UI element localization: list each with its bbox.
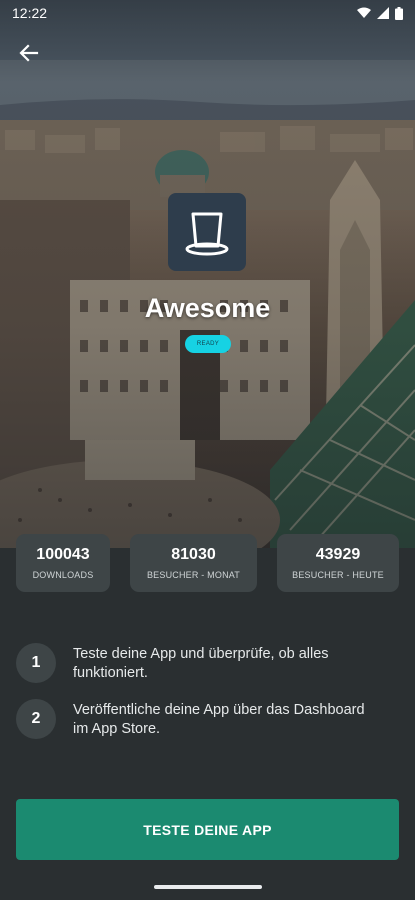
battery-icon <box>395 6 403 20</box>
hero-background-image <box>0 0 415 548</box>
step-number: 1 <box>16 643 56 683</box>
status-time: 12:22 <box>12 5 48 21</box>
stat-label: BESUCHER - HEUTE <box>292 570 384 580</box>
step-text: Veröffentliche deine App über das Dashbo… <box>73 702 365 737</box>
top-hat-icon <box>185 212 229 256</box>
status-badge: READY <box>185 335 231 353</box>
status-icons <box>357 6 403 20</box>
app-icon <box>168 193 246 271</box>
back-button[interactable] <box>14 38 44 68</box>
stat-label: DOWNLOADS <box>32 570 94 580</box>
stat-card-downloads: 100043 DOWNLOADS <box>16 534 110 592</box>
stat-label: BESUCHER - MONAT <box>146 570 241 580</box>
list-item: 1 Teste deine App und überprüfe, ob alle… <box>16 643 399 683</box>
arrow-left-icon <box>19 44 39 62</box>
stats-row: 100043 DOWNLOADS 81030 BESUCHER - MONAT … <box>16 534 399 592</box>
stat-card-visitors-today: 43929 BESUCHER - HEUTE <box>277 534 399 592</box>
home-indicator[interactable] <box>154 885 262 889</box>
app-name: Awesome <box>144 293 271 323</box>
signal-icon <box>377 7 389 19</box>
stat-value: 100043 <box>36 546 90 563</box>
step-text: Teste deine App und überprüfe, ob alles … <box>73 646 329 681</box>
step-number: 2 <box>16 699 56 739</box>
list-item: 2 Veröffentliche deine App über das Dash… <box>16 699 399 739</box>
test-app-button[interactable]: TESTE DEINE APP <box>16 799 399 860</box>
wifi-icon <box>357 7 371 18</box>
status-bar: 12:22 <box>0 0 415 26</box>
stat-value: 43929 <box>315 546 361 563</box>
stat-value: 81030 <box>171 546 216 563</box>
stat-card-visitors-month: 81030 BESUCHER - MONAT <box>130 534 257 592</box>
